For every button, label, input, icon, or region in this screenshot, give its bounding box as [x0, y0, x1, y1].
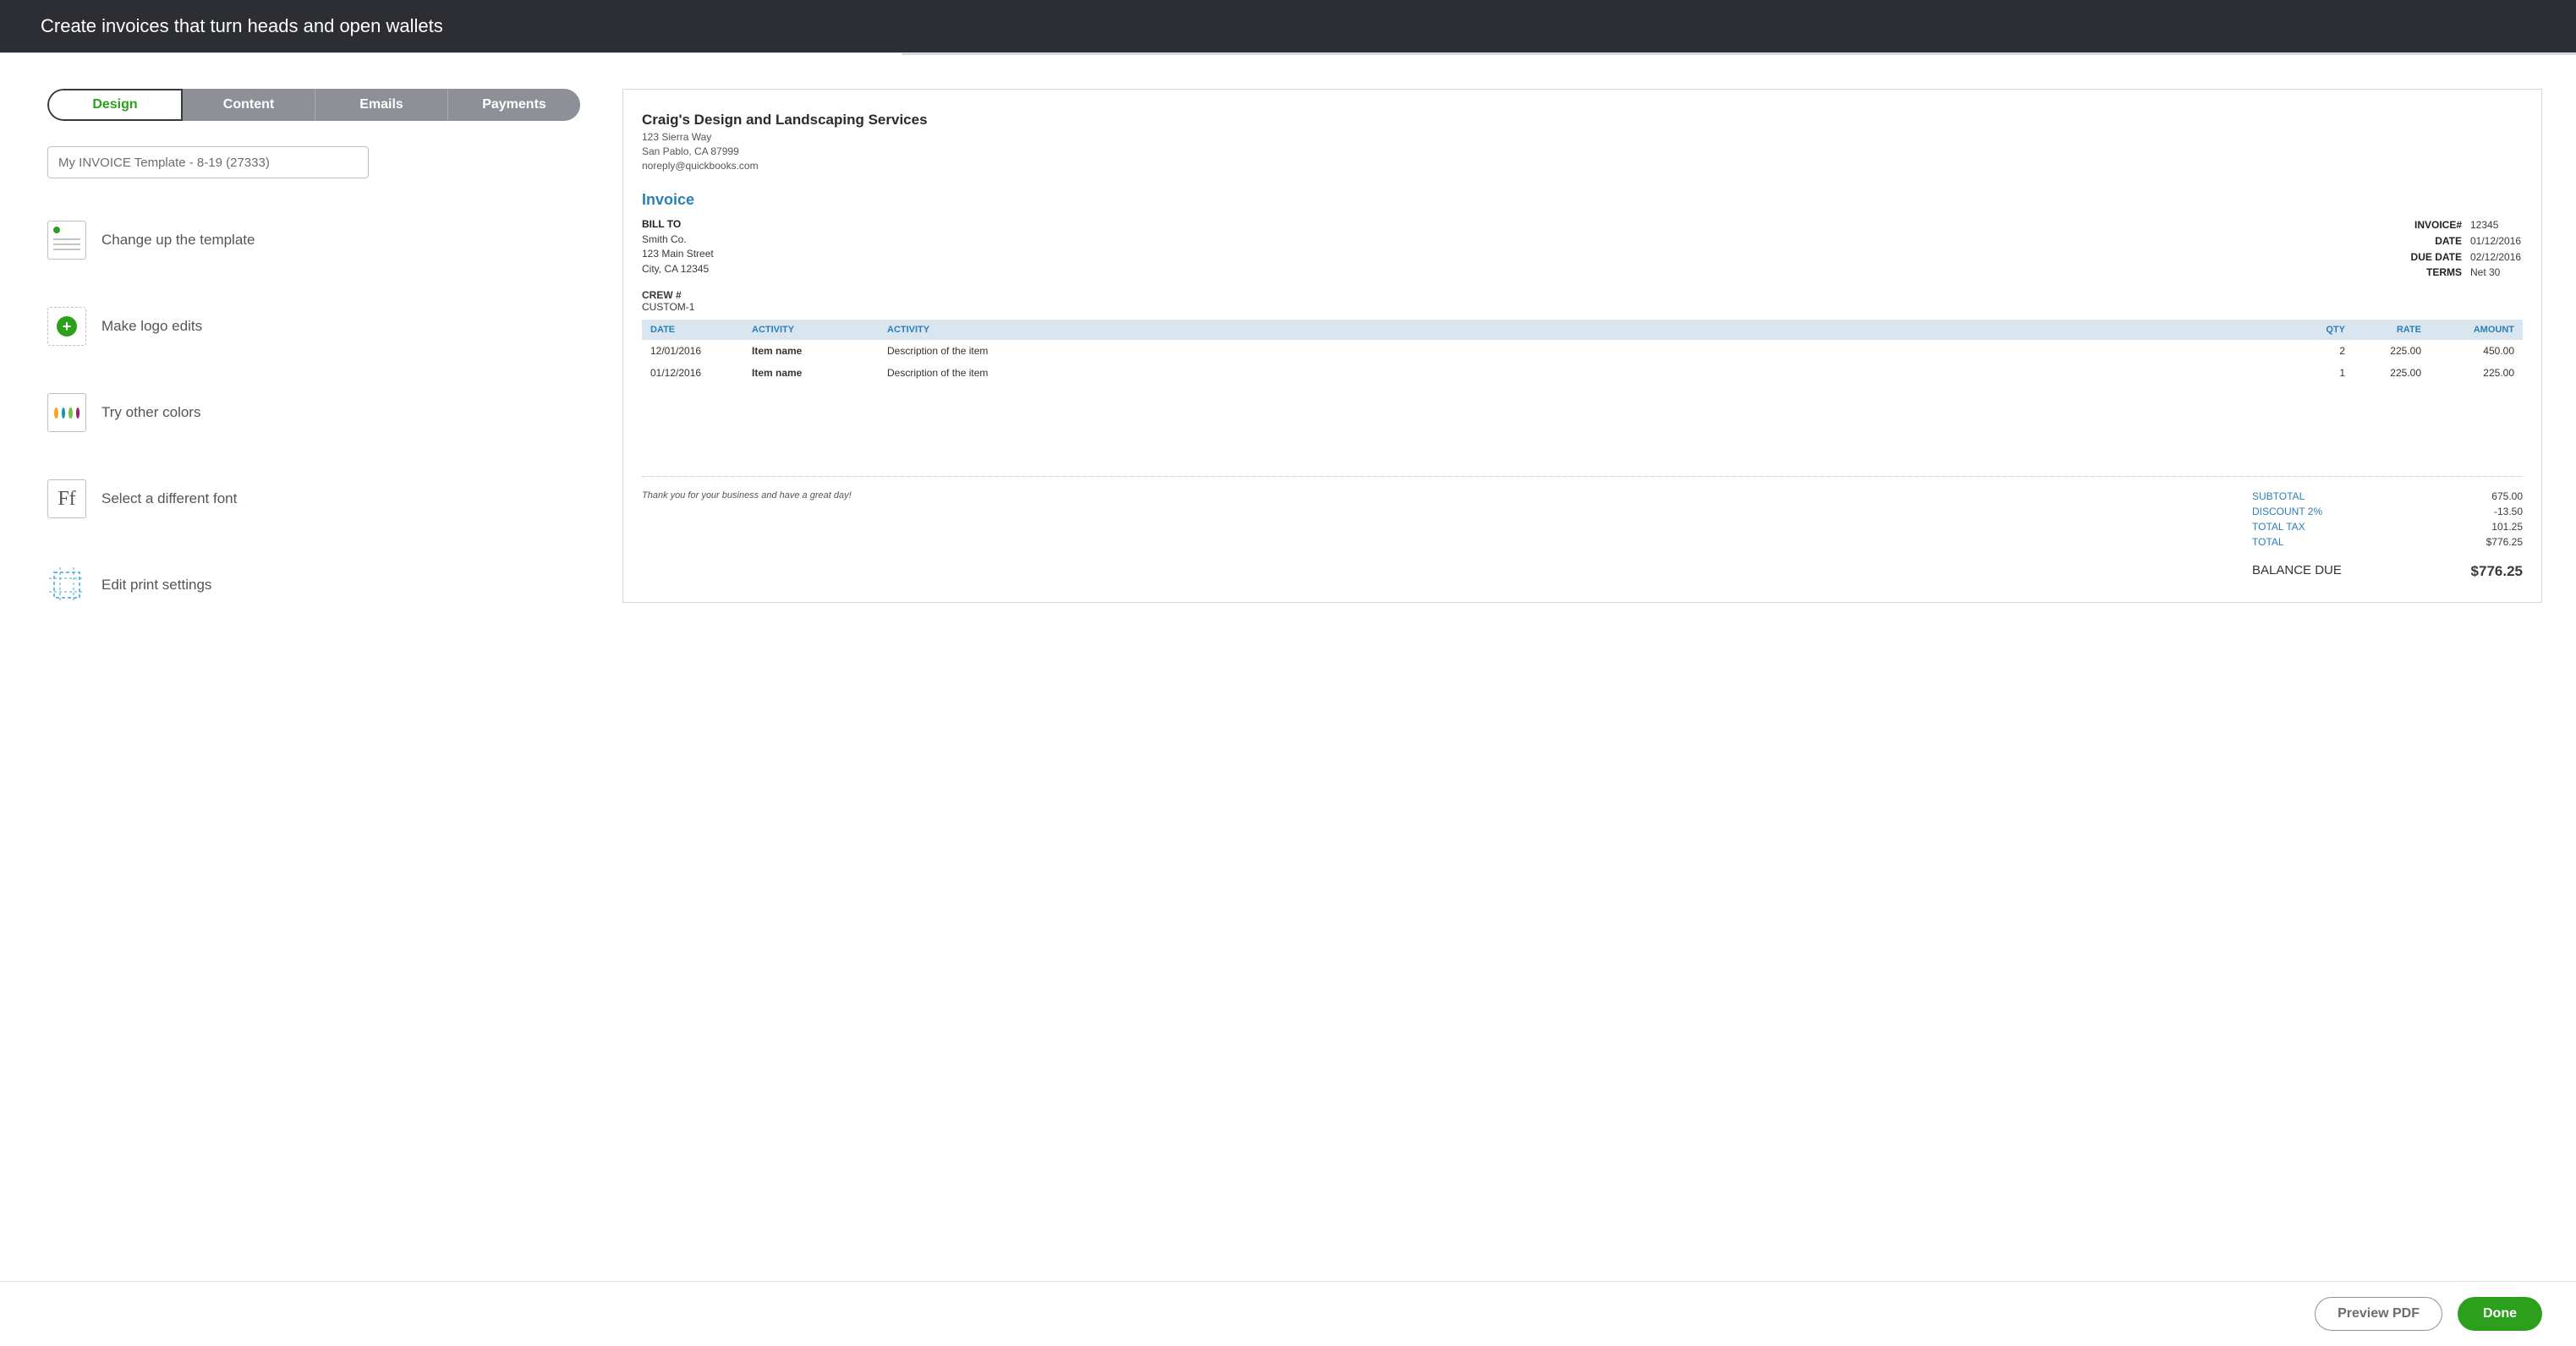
totals-value: 101.25	[2491, 521, 2523, 533]
cell: 01/12/2016	[650, 367, 752, 379]
company-address-line: 123 Sierra Way	[642, 130, 2523, 145]
crew-label: CREW #	[642, 289, 2523, 301]
cell: 450.00	[2421, 345, 2514, 357]
preview-pdf-button[interactable]: Preview PDF	[2315, 1297, 2442, 1331]
cell: 12/01/2016	[650, 345, 752, 357]
col-rate: RATE	[2345, 325, 2421, 335]
document-title: Invoice	[642, 191, 2523, 209]
bill-to-addr: City, CA 12345	[642, 262, 714, 276]
line-item-row: 01/12/2016 Item name Description of the …	[642, 362, 2523, 384]
col-activity-desc: ACTIVITY	[887, 325, 2294, 335]
section-tabs: Design Content Emails Payments	[47, 89, 580, 121]
crew-block: CREW # CUSTOM-1	[642, 289, 2523, 313]
totals-label: TOTAL	[2252, 536, 2284, 548]
col-activity: ACTIVITY	[752, 325, 887, 335]
balance-due-label: BALANCE DUE	[2252, 563, 2342, 580]
meta-label: INVOICE#	[2403, 217, 2462, 233]
bill-to-name: Smith Co.	[642, 233, 714, 247]
option-select-font[interactable]: Ff Select a different font	[47, 479, 589, 518]
thank-you-message: Thank you for your business and have a g…	[642, 489, 2235, 582]
tab-payments[interactable]: Payments	[448, 89, 580, 121]
col-date: DATE	[650, 325, 752, 335]
totals-label: SUBTOTAL	[2252, 490, 2305, 502]
option-label: Try other colors	[101, 404, 200, 421]
option-label: Make logo edits	[101, 318, 202, 335]
action-bar: Preview PDF Done	[0, 1281, 2576, 1346]
color-dot	[54, 408, 58, 419]
option-try-colors[interactable]: Try other colors	[47, 393, 589, 432]
tab-content[interactable]: Content	[183, 89, 315, 121]
totals-label: TOTAL TAX	[2252, 521, 2305, 533]
add-logo-icon: +	[47, 307, 86, 346]
colors-icon	[47, 393, 86, 432]
plus-icon: +	[57, 316, 77, 336]
invoice-meta: INVOICE# 12345 DATE 01/12/2016 DUE DATE 02/…	[2403, 217, 2523, 280]
company-name: Craig's Design and Landscaping Services	[642, 112, 2523, 129]
line-item-row: 12/01/2016 Item name Description of the …	[642, 340, 2523, 362]
company-address-line: San Pablo, CA 87999	[642, 145, 2523, 159]
color-dot	[62, 408, 66, 419]
template-name-input[interactable]	[47, 146, 369, 178]
option-print-settings[interactable]: Edit print settings	[47, 566, 589, 605]
meta-label: DUE DATE	[2403, 249, 2462, 265]
option-change-template[interactable]: Change up the template	[47, 221, 589, 260]
page-header: Create invoices that turn heads and open…	[0, 0, 2576, 52]
font-icon: Ff	[47, 479, 86, 518]
meta-label: DATE	[2403, 233, 2462, 249]
cell: 1	[2294, 367, 2345, 379]
crew-value: CUSTOM-1	[642, 301, 2523, 313]
meta-value: 01/12/2016	[2470, 233, 2523, 249]
balance-due-value: $776.25	[2471, 563, 2523, 580]
line-items-header: DATE ACTIVITY ACTIVITY QTY RATE AMOUNT	[642, 320, 2523, 340]
totals-value: 675.00	[2491, 490, 2523, 502]
cell: 225.00	[2345, 345, 2421, 357]
totals-value: -13.50	[2494, 506, 2523, 517]
totals-block: SUBTOTAL 675.00 DISCOUNT 2% -13.50 TOTAL T…	[2252, 489, 2523, 582]
option-label: Change up the template	[101, 232, 255, 249]
company-email: noreply@quickbooks.com	[642, 159, 2523, 173]
cell: Description of the item	[887, 345, 2294, 357]
meta-value: 12345	[2470, 217, 2523, 233]
color-dot	[76, 408, 80, 419]
template-icon	[47, 221, 86, 260]
option-label: Edit print settings	[101, 577, 211, 594]
totals-value: $776.25	[2486, 536, 2523, 548]
tab-design[interactable]: Design	[47, 89, 183, 121]
line-items-spacer	[642, 384, 2523, 477]
print-settings-icon	[47, 566, 86, 605]
cell: Item name	[752, 367, 887, 379]
meta-label: TERMS	[2403, 265, 2462, 281]
color-dot	[69, 408, 73, 419]
tab-emails[interactable]: Emails	[315, 89, 448, 121]
page-title: Create invoices that turn heads and open…	[41, 15, 443, 36]
meta-value: 02/12/2016	[2470, 249, 2523, 265]
cell: 225.00	[2421, 367, 2514, 379]
cell: 2	[2294, 345, 2345, 357]
design-panel: Design Content Emails Payments Change up…	[47, 89, 589, 1274]
cell: 225.00	[2345, 367, 2421, 379]
bill-to-block: BILL TO Smith Co. 123 Main Street City, …	[642, 217, 714, 280]
option-label: Select a different font	[101, 490, 237, 507]
bill-to-label: BILL TO	[642, 217, 714, 232]
bill-to-addr: 123 Main Street	[642, 247, 714, 261]
col-amount: AMOUNT	[2421, 325, 2514, 335]
invoice-preview: Craig's Design and Landscaping Services …	[622, 89, 2542, 603]
col-qty: QTY	[2294, 325, 2345, 335]
totals-label: DISCOUNT 2%	[2252, 506, 2322, 517]
cell: Description of the item	[887, 367, 2294, 379]
option-logo-edits[interactable]: + Make logo edits	[47, 307, 589, 346]
cell: Item name	[752, 345, 887, 357]
done-button[interactable]: Done	[2458, 1297, 2542, 1331]
meta-value: Net 30	[2470, 265, 2523, 281]
